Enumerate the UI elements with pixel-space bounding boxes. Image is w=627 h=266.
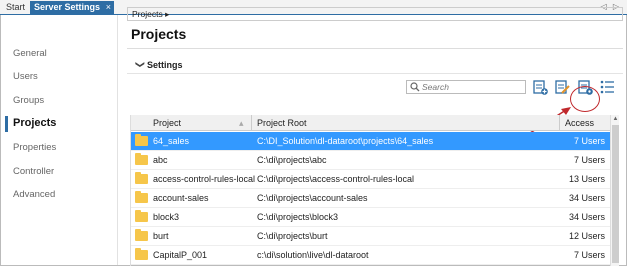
table-row[interactable]: CapitalP_001 c:\di\solution\live\dl-data… <box>131 246 610 265</box>
table-row[interactable]: burt C:\di\projects\burt 12 Users <box>131 227 610 246</box>
scrollbar-thumb[interactable] <box>612 125 619 263</box>
folder-icon <box>135 172 148 184</box>
project-root: C:\di\projects\burt <box>257 231 328 241</box>
project-name: burt <box>153 231 169 241</box>
column-header-project[interactable]: Project <box>153 118 181 128</box>
sort-icon[interactable]: ▴ <box>239 118 244 129</box>
list-view-icon[interactable] <box>598 78 616 96</box>
folder-icon <box>135 191 148 203</box>
column-divider[interactable] <box>559 115 560 131</box>
table-row[interactable]: account-sales C:\di\projects\account-sal… <box>131 189 610 208</box>
table-row[interactable]: abc C:\di\projects\abc 7 Users <box>131 151 610 170</box>
projects-table: Project ▴ Project Root Access 64_sales C… <box>130 115 610 266</box>
project-name: block3 <box>153 212 180 222</box>
project-access: 7 Users <box>573 136 605 146</box>
search-input[interactable]: Search <box>406 80 526 94</box>
tab-server-settings-label: Server Settings <box>34 2 101 12</box>
table-header: Project ▴ Project Root Access <box>131 115 610 131</box>
edit-project-icon[interactable] <box>553 78 571 96</box>
project-access: 34 Users <box>568 212 605 222</box>
sidebar-item-advanced[interactable]: Advanced <box>13 189 55 200</box>
tab-server-settings[interactable]: Server Settings × <box>30 1 115 15</box>
highlight-circle-annotation <box>570 86 600 112</box>
table-row[interactable]: 64_sales C:\DI_Solution\dl-dataroot\proj… <box>131 132 610 151</box>
project-access: 13 Users <box>568 174 605 184</box>
folder-icon <box>135 134 148 146</box>
project-root: C:\DI_Solution\dl-dataroot\projects\64_s… <box>257 136 434 146</box>
project-root: C:\di\projects\access-control-rules-loca… <box>257 174 415 184</box>
table-row[interactable]: access-control-rules-local C:\di\project… <box>131 170 610 189</box>
project-access: 12 Users <box>568 231 605 241</box>
sidebar-item-properties[interactable]: Properties <box>13 142 56 153</box>
table-row[interactable]: block3 C:\di\projects\block3 34 Users <box>131 208 610 227</box>
folder-icon <box>135 153 148 165</box>
project-name: 64_sales <box>153 136 190 146</box>
search-placeholder: Search <box>422 82 449 92</box>
project-root: C:\di\projects\abc <box>257 155 327 165</box>
sidebar-active-indicator <box>5 116 8 132</box>
sidebar-divider <box>117 15 118 265</box>
scroll-up-icon[interactable]: ▲ <box>611 115 620 124</box>
sidebar-item-general[interactable]: General <box>13 48 47 59</box>
project-access: 34 Users <box>568 193 605 203</box>
column-header-project-root[interactable]: Project Root <box>257 118 307 128</box>
close-icon[interactable]: × <box>106 1 111 14</box>
sidebar: General Users Groups Projects Properties… <box>1 15 117 265</box>
folder-icon <box>135 210 148 222</box>
sidebar-item-users[interactable]: Users <box>13 71 38 82</box>
folder-icon <box>135 229 148 241</box>
add-project-icon[interactable] <box>531 78 549 96</box>
project-root: c:\di\solution\live\dl-dataroot <box>257 250 369 260</box>
folder-icon <box>135 248 148 260</box>
breadcrumb[interactable]: Projects ▸ <box>127 7 623 21</box>
project-access: 7 Users <box>573 155 605 165</box>
sidebar-item-controller[interactable]: Controller <box>13 166 54 177</box>
project-access: 7 Users <box>573 250 605 260</box>
settings-section-header[interactable]: ❯ Settings <box>127 57 623 74</box>
table-scrollbar[interactable]: ▲ <box>610 115 619 266</box>
sidebar-item-groups[interactable]: Groups <box>13 95 44 106</box>
section-title: Settings <box>147 60 183 70</box>
project-root: C:\di\projects\block3 <box>257 212 339 222</box>
project-name: abc <box>153 155 168 165</box>
page-title: Projects <box>131 26 187 42</box>
chevron-down-icon[interactable]: ❯ <box>134 61 145 69</box>
search-icon <box>410 82 420 92</box>
tab-start[interactable]: Start <box>2 1 29 15</box>
project-name: access-control-rules-local <box>153 174 256 184</box>
project-name: CapitalP_001 <box>153 250 208 260</box>
title-divider <box>127 48 623 49</box>
sidebar-item-projects[interactable]: Projects <box>13 117 56 129</box>
project-name: account-sales <box>153 193 209 203</box>
column-divider[interactable] <box>251 115 252 131</box>
column-header-access[interactable]: Access <box>565 118 594 128</box>
project-root: C:\di\projects\account-sales <box>257 193 368 203</box>
